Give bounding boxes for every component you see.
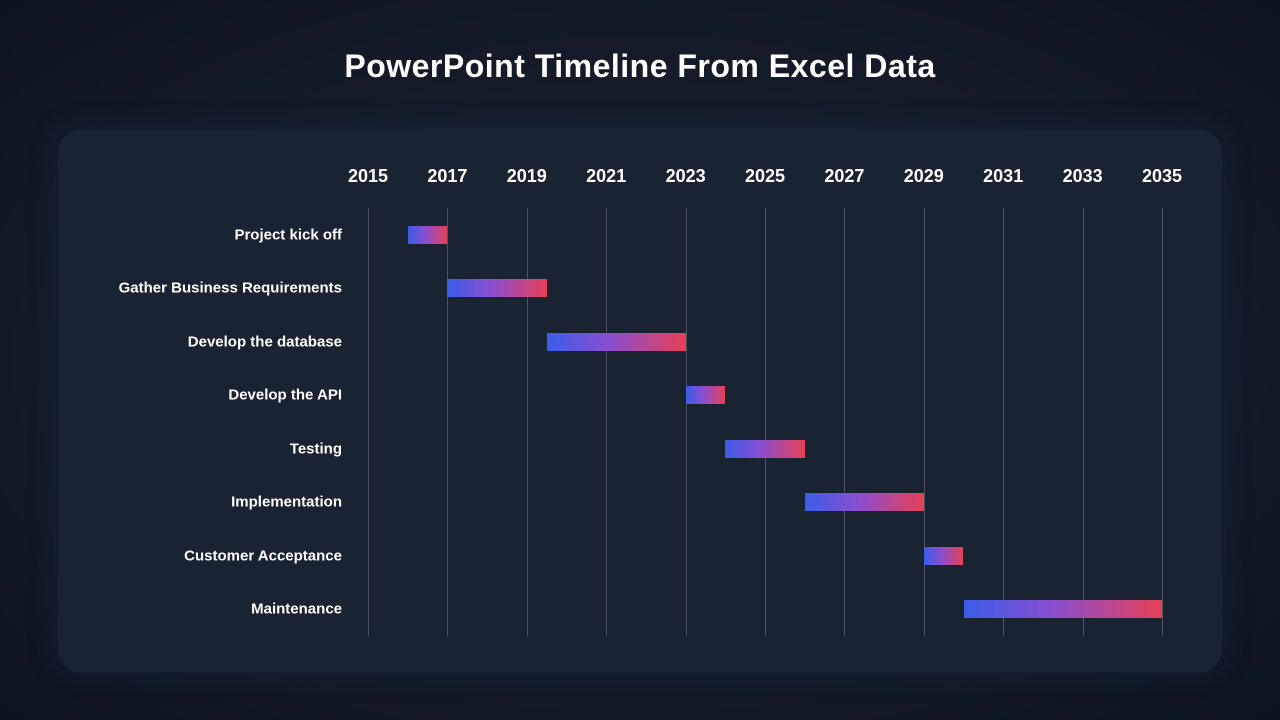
gantt-bar <box>686 386 726 404</box>
x-tick-label: 2031 <box>983 166 1023 187</box>
row-label: Testing <box>290 440 342 457</box>
chart-rows: Project kick off Gather Business Requirem… <box>58 208 1222 636</box>
x-tick-label: 2033 <box>1063 166 1103 187</box>
gantt-bar <box>447 279 546 297</box>
gantt-bar <box>964 600 1163 618</box>
gantt-bar <box>547 333 686 351</box>
row-label: Develop the database <box>188 333 342 350</box>
x-tick-label: 2025 <box>745 166 785 187</box>
x-tick-label: 2017 <box>427 166 467 187</box>
gantt-bar <box>408 226 448 244</box>
x-tick-label: 2021 <box>586 166 626 187</box>
chart-panel: 2015 2017 2019 2021 2023 2025 2027 2029 2031 2033… <box>58 130 1222 672</box>
chart-row: Customer Acceptance <box>58 529 1222 583</box>
gantt-bar <box>924 547 964 565</box>
x-tick-label: 2023 <box>666 166 706 187</box>
gantt-bar <box>725 440 804 458</box>
chart-row: Gather Business Requirements <box>58 262 1222 316</box>
row-label: Gather Business Requirements <box>119 280 342 297</box>
row-label: Customer Acceptance <box>184 547 342 564</box>
chart-row: Testing <box>58 422 1222 476</box>
x-axis: 2015 2017 2019 2021 2023 2025 2027 2029 2031 2033… <box>58 166 1222 196</box>
chart-row: Project kick off <box>58 208 1222 262</box>
gantt-bar <box>805 493 924 511</box>
row-label: Develop the API <box>228 387 342 404</box>
x-tick-label: 2027 <box>824 166 864 187</box>
x-tick-label: 2029 <box>904 166 944 187</box>
page-title: PowerPoint Timeline From Excel Data <box>0 0 1280 113</box>
chart-row: Develop the database <box>58 315 1222 369</box>
x-tick-label: 2015 <box>348 166 388 187</box>
x-tick-label: 2035 <box>1142 166 1182 187</box>
chart-row: Develop the API <box>58 369 1222 423</box>
gantt-chart: 2015 2017 2019 2021 2023 2025 2027 2029 2031 2033… <box>58 130 1222 672</box>
row-label: Implementation <box>231 494 342 511</box>
chart-row: Implementation <box>58 476 1222 530</box>
row-label: Maintenance <box>251 601 342 618</box>
chart-row: Maintenance <box>58 583 1222 637</box>
row-label: Project kick off <box>234 226 342 243</box>
x-tick-label: 2019 <box>507 166 547 187</box>
